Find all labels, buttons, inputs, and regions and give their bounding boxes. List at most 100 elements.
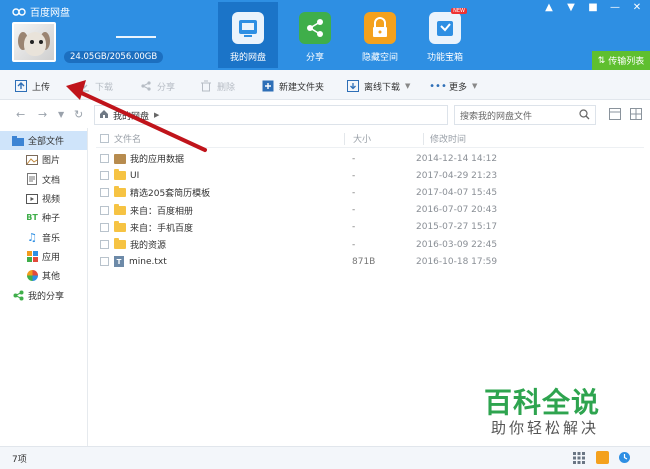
- table-row[interactable]: 来自：百度相册 - 2016-07-07 20:43: [96, 202, 644, 219]
- sidebar-item-label: 文档: [42, 175, 61, 186]
- sidebar-item-label: 音乐: [42, 233, 61, 244]
- sidebar-item-other[interactable]: 其他: [0, 266, 87, 285]
- close-icon[interactable]: ✕: [626, 0, 648, 16]
- row-checkbox[interactable]: [100, 171, 109, 181]
- row-checkbox[interactable]: [100, 188, 109, 198]
- file-name[interactable]: 我的应用数据: [130, 152, 184, 165]
- file-list-header: 文件名 大小 修改时间: [96, 130, 644, 148]
- table-row[interactable]: 我的资源 - 2016-03-09 22:45: [96, 236, 644, 253]
- column-header-size[interactable]: 大小: [349, 132, 419, 145]
- row-checkbox[interactable]: [100, 240, 109, 250]
- folder-icon: [12, 135, 24, 147]
- sidebar-item-apps[interactable]: 应用: [0, 247, 87, 266]
- app-brand: 百度网盘: [12, 4, 70, 19]
- more-button[interactable]: ••• 更多 ▼: [429, 78, 478, 94]
- column-header-name[interactable]: 文件名: [114, 132, 141, 145]
- search-input[interactable]: 搜索我的网盘文件: [454, 105, 596, 125]
- tab-toolbox[interactable]: NEW 功能宝箱: [415, 2, 475, 68]
- column-header-time[interactable]: 修改时间: [428, 132, 608, 145]
- file-name[interactable]: mine.txt: [129, 257, 167, 267]
- sidebar-item-images[interactable]: 图片: [0, 150, 87, 169]
- chevron-down-icon: ▼: [472, 82, 478, 90]
- transfer-list-button[interactable]: ⇅ 传输列表: [592, 51, 650, 70]
- download-button[interactable]: 下载: [78, 78, 113, 94]
- file-name[interactable]: 来自：手机百度: [130, 221, 193, 234]
- image-icon: [26, 154, 38, 166]
- file-size: -: [352, 187, 356, 198]
- settings-menu-icon[interactable]: ▼: [560, 0, 582, 16]
- other-icon: [26, 270, 38, 282]
- row-checkbox[interactable]: [100, 205, 109, 215]
- tab-label: 隐藏空间: [361, 53, 398, 63]
- search-icon[interactable]: [579, 109, 590, 123]
- file-size: -: [352, 222, 356, 233]
- file-time: 2016-10-18 17:59: [416, 256, 498, 267]
- file-name[interactable]: 我的资源: [130, 238, 166, 251]
- select-all-checkbox[interactable]: [100, 134, 109, 143]
- grid-view-icon[interactable]: [630, 108, 644, 122]
- folder-icon: [114, 169, 126, 181]
- table-row[interactable]: 我的应用数据 - 2014-12-14 14:12: [96, 150, 644, 167]
- breadcrumb-item[interactable]: 我的网盘: [113, 109, 149, 122]
- sidebar-item-music[interactable]: ♫ 音乐: [0, 227, 87, 246]
- skin-icon[interactable]: ■: [582, 0, 604, 16]
- tab-hidden-space[interactable]: 隐藏空间: [350, 2, 410, 68]
- address-bar: ← → ▼ ↻ 我的网盘 ▶ 搜索我的网盘文件: [0, 100, 650, 128]
- toolbox-icon: NEW: [429, 8, 467, 44]
- sidebar-item-label: 我的分享: [28, 291, 65, 302]
- tab-my-drive[interactable]: 我的网盘: [218, 2, 278, 68]
- table-row[interactable]: 精选205套简历模板 - 2017-04-07 15:45: [96, 184, 644, 201]
- sidebar-item-torrents[interactable]: BT 种子: [0, 208, 87, 227]
- sidebar-item-all-files[interactable]: 全部文件: [0, 131, 87, 151]
- video-icon: [26, 193, 38, 205]
- sidebar-item-label: 种子: [42, 214, 61, 225]
- file-time: 2016-03-09 22:45: [416, 239, 498, 250]
- tab-share[interactable]: 分享: [285, 2, 345, 68]
- trash-icon: [200, 80, 212, 92]
- list-view-icon[interactable]: [609, 108, 623, 122]
- offline-download-button[interactable]: 离线下载 ▼: [347, 78, 410, 94]
- sidebar-item-documents[interactable]: 文档: [0, 170, 87, 189]
- history-dropdown-icon[interactable]: ▼: [58, 110, 64, 119]
- file-name[interactable]: UI: [130, 171, 139, 181]
- upload-button[interactable]: 上传: [15, 78, 50, 94]
- watermark-title: 百科全说: [484, 386, 601, 419]
- download-manager-icon[interactable]: [596, 451, 609, 464]
- table-row[interactable]: T mine.txt 871B 2016-10-18 17:59: [96, 253, 644, 270]
- file-size: -: [352, 205, 356, 216]
- share-label: 分享: [157, 82, 176, 93]
- home-icon[interactable]: [99, 109, 109, 122]
- folder-icon: [114, 238, 126, 250]
- minimize-icon[interactable]: —: [604, 0, 626, 16]
- grid-apps-icon[interactable]: [573, 452, 585, 467]
- row-checkbox[interactable]: [100, 257, 109, 267]
- new-folder-button[interactable]: 新建文件夹: [262, 78, 324, 94]
- file-size: 871B: [352, 256, 376, 267]
- avatar[interactable]: [12, 22, 56, 62]
- file-time: 2016-07-07 20:43: [416, 205, 498, 216]
- row-checkbox[interactable]: [100, 154, 109, 164]
- chevron-right-icon: ▶: [154, 111, 160, 119]
- file-name[interactable]: 来自：百度相册: [130, 204, 193, 217]
- sidebar-item-label: 视频: [42, 195, 61, 206]
- delete-button[interactable]: 删除: [200, 78, 235, 94]
- new-folder-icon: [262, 80, 274, 92]
- clock-icon[interactable]: [618, 451, 631, 467]
- table-row[interactable]: 来自：手机百度 - 2015-07-27 15:17: [96, 219, 644, 236]
- file-name[interactable]: 精选205套简历模板: [130, 186, 210, 199]
- forward-arrow-icon[interactable]: →: [38, 108, 47, 121]
- refresh-icon[interactable]: ↻: [74, 108, 83, 121]
- file-time: 2014-12-14 14:12: [416, 153, 498, 164]
- breadcrumb[interactable]: 我的网盘 ▶: [94, 105, 448, 125]
- download-label: 下载: [95, 82, 114, 93]
- row-checkbox[interactable]: [100, 222, 109, 232]
- table-row[interactable]: UI - 2017-04-29 21:23: [96, 167, 644, 184]
- share-icon: [299, 12, 331, 44]
- notification-icon[interactable]: ▲: [538, 0, 560, 16]
- sidebar-item-my-shares[interactable]: 我的分享: [0, 285, 87, 304]
- music-icon: ♫: [27, 230, 37, 244]
- back-arrow-icon[interactable]: ←: [16, 108, 25, 121]
- share-button[interactable]: 分享: [140, 78, 175, 94]
- drive-icon: [232, 12, 264, 44]
- sidebar-item-videos[interactable]: 视频: [0, 189, 87, 208]
